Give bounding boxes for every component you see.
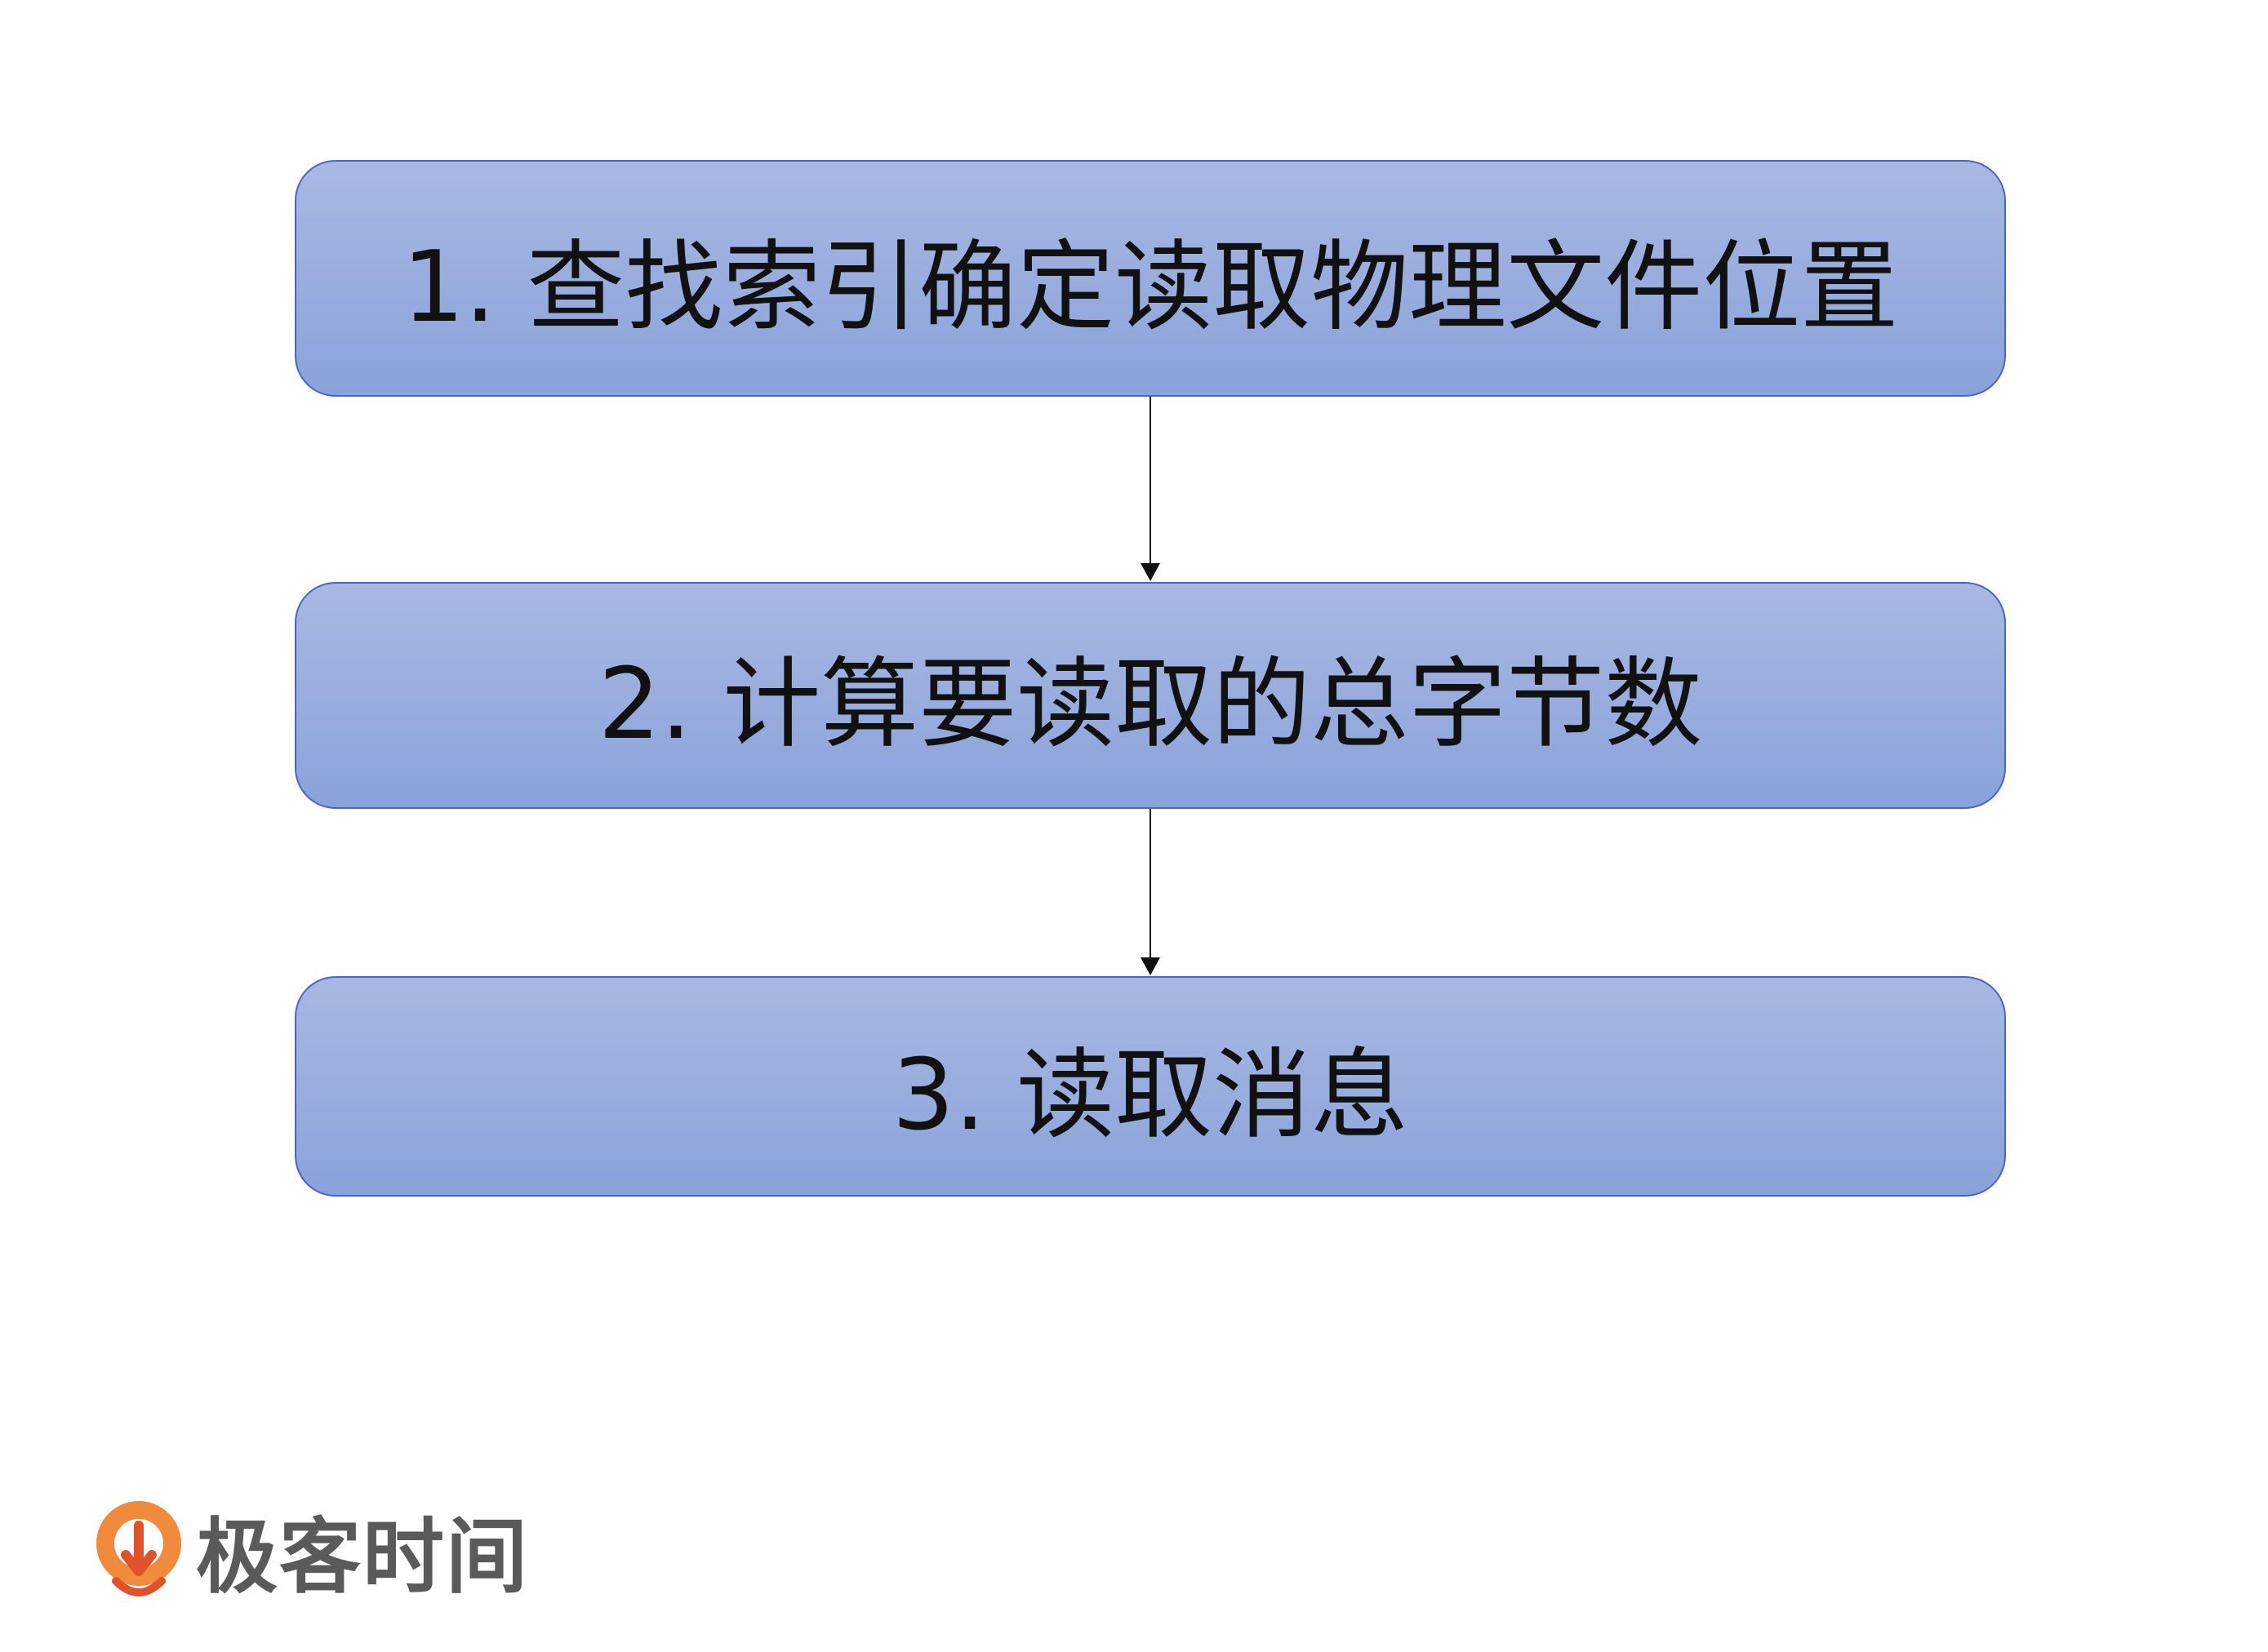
arrow-1-head bbox=[1141, 563, 1160, 581]
arrow-2-to-3 bbox=[1141, 809, 1160, 975]
geektime-logo-icon bbox=[96, 1500, 181, 1596]
logo-text: 极客时间 bbox=[196, 1509, 529, 1605]
geektime-logo: 极客时间 bbox=[91, 1490, 529, 1609]
arrow-1-to-2 bbox=[1141, 397, 1160, 581]
connectors bbox=[1141, 397, 1160, 975]
arrow-2-head bbox=[1141, 957, 1160, 975]
